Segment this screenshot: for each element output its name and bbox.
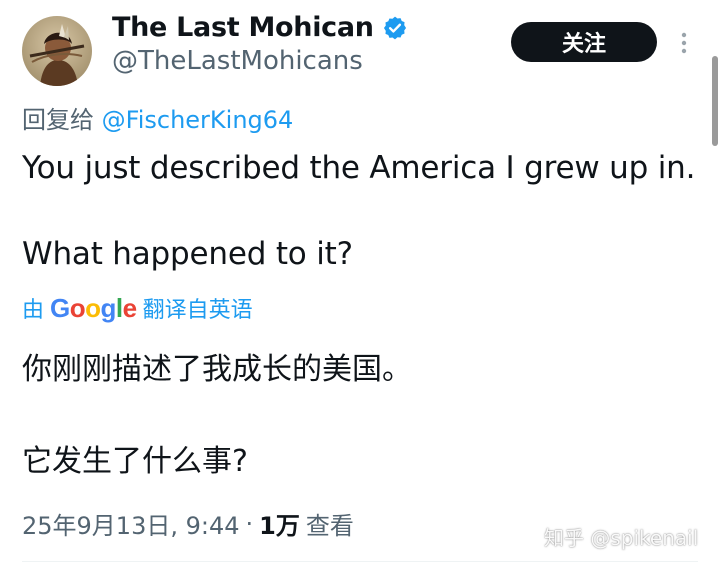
translation-attribution: 由 Google 翻译自英语: [22, 292, 253, 324]
avatar-image: [22, 16, 92, 86]
watermark: 知乎 @spikenail: [544, 526, 699, 550]
follow-button[interactable]: 关注: [511, 22, 657, 62]
timestamp[interactable]: 25年9月13日, 9:44: [22, 506, 240, 541]
tweet-text-line-2: What happened to it?: [22, 236, 353, 272]
scrollbar[interactable]: [712, 56, 718, 146]
divider: [22, 561, 698, 562]
translated-text-line-2: 它发生了什么事?: [22, 444, 248, 479]
translated-text-line-1: 你刚刚描述了我成长的美国。: [22, 352, 412, 387]
tweet-card: The Last Mohican @TheLastMohicans 关注 回复给…: [0, 0, 720, 568]
translated-by-label: 由: [22, 298, 45, 323]
translated-from-label[interactable]: 翻译自英语: [143, 292, 253, 324]
more-vertical-icon[interactable]: [674, 28, 694, 58]
tweet-meta: 25年9月13日, 9:44 · 1万 查看: [22, 506, 354, 541]
verified-badge-icon: [382, 15, 408, 41]
reply-mention-link[interactable]: @FischerKing64: [102, 106, 294, 134]
reply-context: 回复给 @FischerKing64: [22, 100, 293, 135]
views-label: 查看: [305, 512, 354, 540]
tweet-text-line-1: You just described the America I grew up…: [22, 150, 696, 186]
display-name-row: The Last Mohican: [112, 12, 408, 43]
user-handle[interactable]: @TheLastMohicans: [112, 46, 363, 76]
reply-prefix: 回复给: [22, 106, 94, 134]
display-name[interactable]: The Last Mohican: [112, 12, 374, 43]
meta-separator: ·: [245, 509, 254, 538]
views-count: 1万: [259, 512, 300, 540]
google-logo: Google: [50, 292, 137, 323]
avatar[interactable]: [22, 16, 92, 86]
